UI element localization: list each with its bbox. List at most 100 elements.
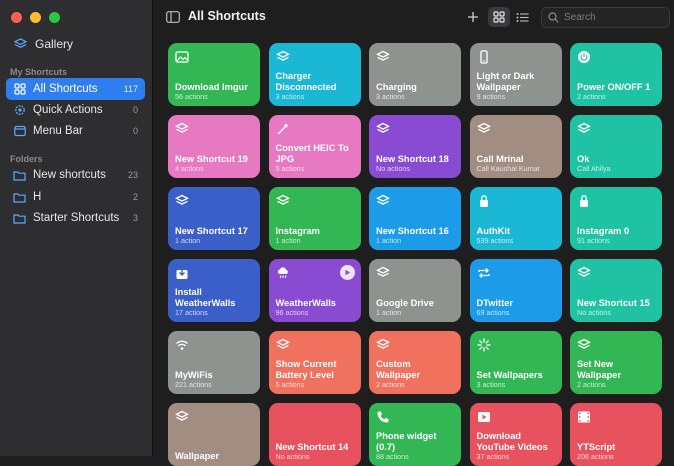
shortcut-tile[interactable]: Charging 3 actions: [369, 43, 461, 106]
sidebar-item-count: 2: [132, 192, 138, 202]
shortcut-subtitle: 17 actions: [175, 308, 208, 317]
sidebar-item-gallery[interactable]: Gallery: [14, 37, 73, 51]
shortcut-name: Phone widget (0.7): [376, 431, 437, 452]
shortcut-tile[interactable]: Light or Dark Wallpaper 9 actions: [469, 43, 562, 106]
layers-icon: [476, 122, 491, 136]
shortcut-subtitle: No actions: [275, 452, 310, 461]
shortcut-tile[interactable]: Charger Disconnected 3 actions: [268, 43, 361, 106]
shortcut-info: YTScript 206 actions: [577, 442, 657, 462]
zoom-window-button[interactable]: [49, 12, 60, 23]
shortcut-tile[interactable]: AuthKit 539 actions: [469, 187, 562, 250]
grid-icon: [13, 83, 26, 96]
shortcut-tile[interactable]: Ok Call Ahilya: [570, 115, 662, 178]
gear-icon: [13, 104, 26, 117]
shortcut-info: Google Drive 1 action: [376, 298, 456, 318]
my-shortcuts-header: My Shortcuts: [10, 67, 68, 77]
shortcut-name: Charger Disconnected: [275, 71, 337, 92]
shortcut-name: Download Imgur: [175, 81, 248, 92]
shortcut-name: Install WeatherWalls: [175, 287, 236, 308]
shortcut-name: Power ON/OFF 1: [577, 81, 651, 92]
shortcut-tile[interactable]: Power ON/OFF 12 actions: [570, 43, 662, 106]
window-controls: [11, 12, 60, 23]
sidebar-folder-h[interactable]: H 2: [6, 186, 145, 208]
layers-icon: [376, 122, 390, 136]
grid-icon: [493, 11, 505, 23]
sidebar-item-label: Gallery: [35, 37, 74, 51]
shortcut-name: New Shortcut 15: [577, 297, 650, 308]
layers-icon: [577, 266, 591, 280]
wifi-icon: [175, 338, 189, 352]
shortcut-tile[interactable]: Install WeatherWalls 17 actions: [168, 259, 260, 322]
shortcut-subtitle: Call Ahilya: [577, 164, 611, 173]
shortcut-info: Install WeatherWalls 17 actions: [175, 287, 255, 317]
layers-icon: [175, 122, 189, 136]
shortcut-tile[interactable]: Instagram 1 action: [268, 187, 361, 250]
shortcut-subtitle: 1 action: [376, 236, 402, 245]
shortcut-subtitle: 96 actions: [275, 308, 309, 317]
sidebar-folder-new-shortcuts[interactable]: New shortcuts 23: [6, 164, 145, 186]
shortcut-tile[interactable]: Instagram 0 91 actions: [570, 187, 662, 250]
shortcut-tile[interactable]: Set New Wallpaper 2 actions: [570, 331, 662, 394]
grid-view-button[interactable]: [488, 7, 510, 27]
shortcut-tile[interactable]: New Shortcut 19 4 actions: [168, 115, 260, 178]
search-placeholder: Search: [564, 12, 596, 23]
shortcut-subtitle: 2 actions: [376, 380, 405, 389]
shortcut-info: Set Wallpapers 3 actions: [477, 370, 557, 390]
shortcut-tile[interactable]: WeatherWalls 96 actions: [268, 259, 361, 322]
toggle-sidebar-button[interactable]: [162, 7, 184, 27]
search-input[interactable]: Search: [541, 7, 670, 28]
shortcut-tile[interactable]: New Shortcut 14 No actions: [268, 403, 361, 466]
sidebar-item-quick-actions[interactable]: Quick Actions 0: [6, 99, 145, 121]
shortcut-subtitle: No actions: [577, 308, 611, 317]
shortcut-tile[interactable]: DTwitter 69 actions: [469, 259, 562, 322]
sidebar-item-all-shortcuts[interactable]: All Shortcuts 117: [6, 78, 145, 100]
layers-icon: [175, 194, 189, 208]
shortcut-tile[interactable]: Phone widget (0.7) 88 actions: [369, 403, 461, 466]
sidebar-icon: [166, 11, 180, 23]
shortcut-tile[interactable]: Wallpaper: [168, 403, 260, 466]
shortcut-name: New Shortcut 16: [376, 225, 449, 236]
shortcut-tile[interactable]: Google Drive 1 action: [369, 259, 461, 322]
shortcut-info: New Shortcut 16 1 action: [376, 226, 456, 246]
shortcut-tile[interactable]: YTScript 206 actions: [570, 403, 662, 466]
shortcut-info: Instagram 1 action: [276, 226, 356, 246]
add-shortcut-button[interactable]: [462, 7, 484, 27]
shortcut-info: MyWiFis 221 actions: [175, 370, 255, 390]
shortcut-info: Phone widget (0.7) 88 actions: [376, 431, 456, 461]
shortcut-subtitle: 3 actions: [476, 380, 506, 389]
layers-icon: [376, 338, 390, 352]
search-icon: [548, 12, 559, 23]
shortcut-info: DTwitter 69 actions: [477, 298, 557, 318]
shortcut-tile[interactable]: Set Wallpapers 3 actions: [469, 331, 562, 394]
shortcut-subtitle: 206 actions: [577, 452, 614, 461]
shortcut-tile[interactable]: Custom Wallpaper 2 actions: [369, 331, 461, 394]
shortcut-subtitle: 9 actions: [476, 92, 506, 101]
sidebar: Gallery My Shortcuts All Shortcuts 117 Q…: [0, 0, 153, 456]
layers-icon: [376, 194, 390, 208]
close-window-button[interactable]: [11, 12, 22, 23]
shortcut-subtitle: 37 actions: [476, 452, 510, 461]
shortcut-tile[interactable]: Download YouTube Videos 37 actions: [469, 403, 562, 466]
shortcut-tile[interactable]: New Shortcut 15 No actions: [570, 259, 662, 322]
shortcut-name: WeatherWalls: [275, 297, 336, 308]
sidebar-folder-starter-shortcuts[interactable]: Starter Shortcuts 3: [6, 207, 145, 229]
shortcut-tile[interactable]: Convert HEIC To JPG 5 actions: [268, 115, 361, 178]
shortcut-info: Custom Wallpaper 2 actions: [376, 359, 456, 389]
shortcut-tile[interactable]: New Shortcut 16 1 action: [369, 187, 461, 250]
shortcut-tile[interactable]: Download Imgur 56 actions: [168, 43, 260, 106]
minimize-window-button[interactable]: [30, 12, 41, 23]
shortcut-tile[interactable]: MyWiFis 221 actions: [168, 331, 260, 394]
run-shortcut-button[interactable]: [339, 265, 355, 280]
shortcut-subtitle: No actions: [376, 164, 410, 173]
shortcut-tile[interactable]: New Shortcut 17 1 action: [168, 187, 260, 250]
shortcut-info: New Shortcut 18 No actions: [376, 154, 456, 174]
list-view-button[interactable]: [511, 7, 533, 27]
folder-icon: [13, 191, 26, 204]
shortcut-info: AuthKit 539 actions: [477, 226, 557, 246]
shortcut-tile[interactable]: New Shortcut 18 No actions: [369, 115, 461, 178]
shortcut-info: Charging 3 actions: [376, 82, 456, 102]
sidebar-item-menu-bar[interactable]: Menu Bar 0: [6, 120, 145, 142]
shortcut-subtitle: 1 action: [376, 308, 402, 317]
shortcut-tile[interactable]: Call Mrinal Call Kaushal Kumar: [469, 115, 562, 178]
shortcut-tile[interactable]: Show Current Battery Level 5 actions: [268, 331, 361, 394]
